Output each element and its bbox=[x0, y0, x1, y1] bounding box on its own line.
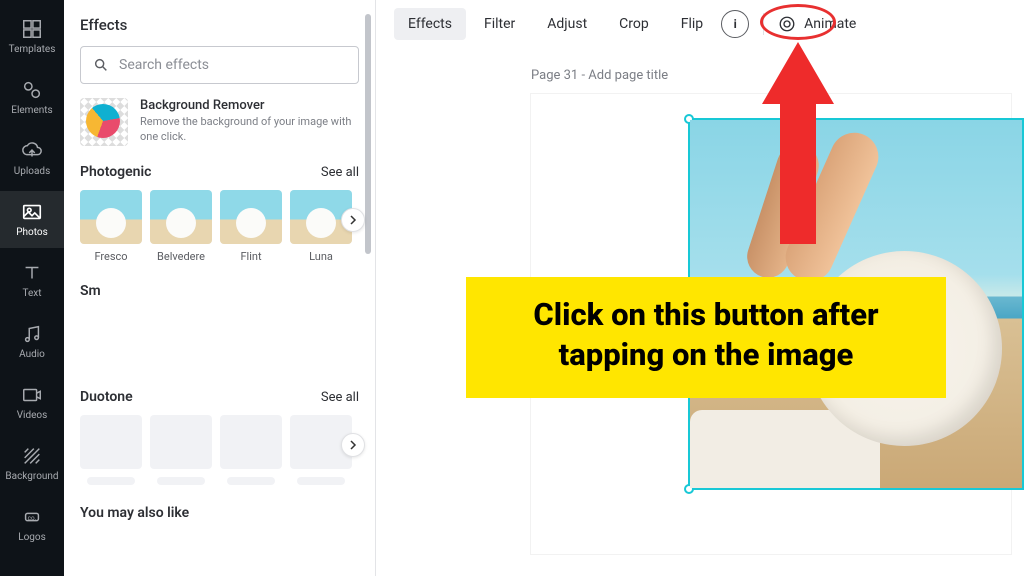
search-effects[interactable] bbox=[80, 46, 359, 84]
sidebar-item-label: Videos bbox=[17, 410, 48, 421]
section-title: You may also like bbox=[80, 505, 189, 521]
logos-icon: co. bbox=[21, 506, 43, 528]
bg-remover-title: Background Remover bbox=[140, 98, 359, 113]
sidebar-item-uploads[interactable]: Uploads bbox=[0, 130, 64, 187]
sidebar-item-elements[interactable]: Elements bbox=[0, 69, 64, 126]
callout-text: Click on this button after tapping on th… bbox=[494, 295, 918, 374]
section-duotone: Duotone See all bbox=[80, 389, 359, 485]
uploads-icon bbox=[21, 140, 43, 162]
scroll-right-button[interactable] bbox=[341, 433, 365, 457]
search-input[interactable] bbox=[119, 57, 346, 73]
tool-flip[interactable]: Flip bbox=[667, 8, 717, 40]
main-area: Effects Filter Adjust Crop Flip i Animat… bbox=[376, 0, 1024, 576]
text-icon bbox=[21, 262, 43, 284]
photos-icon bbox=[21, 201, 43, 223]
background-icon bbox=[21, 445, 43, 467]
sidebar-item-templates[interactable]: Templates bbox=[0, 8, 64, 65]
see-all-link[interactable]: See all bbox=[321, 165, 359, 180]
bg-remover-desc: Remove the background of your image with… bbox=[140, 115, 359, 145]
audio-icon bbox=[21, 323, 43, 345]
effect-flint[interactable]: Flint bbox=[220, 190, 282, 263]
sidebar-item-label: Audio bbox=[19, 349, 45, 360]
duotone-item[interactable] bbox=[220, 415, 282, 485]
section-smart: Sm bbox=[80, 283, 359, 309]
elements-icon bbox=[21, 79, 43, 101]
section-title: Photogenic bbox=[80, 164, 151, 180]
panel-scrollbar[interactable] bbox=[365, 14, 371, 254]
annotation-callout: Click on this button after tapping on th… bbox=[466, 277, 946, 398]
search-icon bbox=[93, 57, 109, 73]
see-all-link[interactable]: See all bbox=[321, 390, 359, 405]
panel-title: Effects bbox=[80, 16, 359, 34]
image-toolbar: Effects Filter Adjust Crop Flip i Animat… bbox=[376, 0, 1024, 48]
effects-panel: Effects Background Remover Remove the ba… bbox=[64, 0, 376, 576]
svg-text:co.: co. bbox=[28, 514, 37, 522]
tool-effects[interactable]: Effects bbox=[394, 8, 466, 40]
sidebar-item-label: Templates bbox=[9, 44, 56, 55]
sidebar-item-label: Photos bbox=[16, 227, 48, 238]
sidebar-item-label: Uploads bbox=[14, 166, 50, 177]
tool-crop[interactable]: Crop bbox=[605, 8, 663, 40]
duotone-item[interactable] bbox=[80, 415, 142, 485]
info-button[interactable]: i bbox=[721, 10, 749, 38]
background-remover[interactable]: Background Remover Remove the background… bbox=[80, 98, 359, 146]
sidebar-item-audio[interactable]: Audio bbox=[0, 313, 64, 370]
chevron-right-icon bbox=[348, 440, 358, 450]
scroll-right-button[interactable] bbox=[341, 208, 365, 232]
duotone-item[interactable] bbox=[150, 415, 212, 485]
sidebar-item-label: Logos bbox=[18, 532, 46, 543]
page-label[interactable]: Page 31 - Add page title bbox=[531, 68, 668, 83]
sidebar-item-text[interactable]: Text bbox=[0, 252, 64, 309]
sidebar-item-photos[interactable]: Photos bbox=[0, 191, 64, 248]
sidebar-item-videos[interactable]: Videos bbox=[0, 374, 64, 431]
sidebar-item-label: Text bbox=[22, 288, 41, 299]
effect-belvedere[interactable]: Belvedere bbox=[150, 190, 212, 263]
chevron-right-icon bbox=[348, 215, 358, 225]
videos-icon bbox=[21, 384, 43, 406]
toolbar-divider bbox=[763, 13, 764, 35]
animate-button[interactable]: Animate bbox=[778, 15, 856, 33]
tool-adjust[interactable]: Adjust bbox=[533, 8, 601, 40]
info-icon: i bbox=[734, 17, 737, 31]
section-title: Sm bbox=[80, 283, 101, 299]
effect-fresco[interactable]: Fresco bbox=[80, 190, 142, 263]
section-youmay: You may also like bbox=[80, 505, 359, 531]
animate-icon bbox=[778, 15, 796, 33]
sidebar-item-label: Elements bbox=[11, 105, 52, 116]
tool-filter[interactable]: Filter bbox=[470, 8, 529, 40]
left-sidebar: Templates Elements Uploads Photos Text A… bbox=[0, 0, 64, 576]
bg-remover-thumb bbox=[80, 98, 128, 146]
templates-icon bbox=[21, 18, 43, 40]
sidebar-item-logos[interactable]: co. Logos bbox=[0, 496, 64, 553]
sidebar-item-label: Background bbox=[5, 471, 58, 482]
sidebar-item-background[interactable]: Background bbox=[0, 435, 64, 492]
section-title: Duotone bbox=[80, 389, 133, 405]
section-photogenic: Photogenic See all Fresco Belvedere Flin… bbox=[80, 164, 359, 263]
